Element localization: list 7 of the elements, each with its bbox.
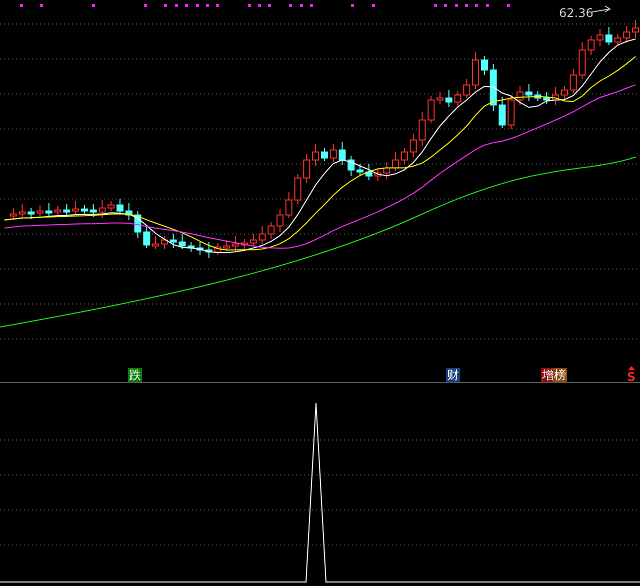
signal-tag: 跌 bbox=[128, 368, 142, 382]
high-price-label: 62.36 bbox=[559, 6, 594, 20]
caret-icon bbox=[628, 366, 635, 370]
sell-signal: S bbox=[627, 366, 636, 384]
signal-tag: 榜 bbox=[553, 368, 567, 382]
arrow-icon bbox=[592, 6, 611, 12]
signal-tag: 财 bbox=[446, 368, 460, 382]
